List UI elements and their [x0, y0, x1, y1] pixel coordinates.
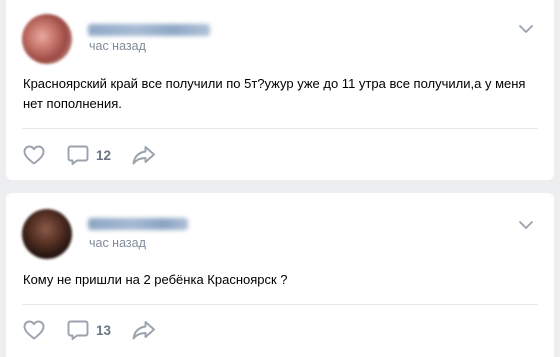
comment-count: 12 — [96, 147, 112, 163]
post-text: Кому не пришли на 2 ребёнка Красноярск ? — [23, 272, 288, 287]
chevron-down-icon[interactable] — [518, 220, 534, 230]
author-name-blurred[interactable] — [88, 218, 188, 230]
comment-icon — [67, 145, 89, 165]
post-time[interactable]: час назад — [89, 236, 146, 250]
chevron-down-icon[interactable] — [518, 24, 534, 34]
post-actions: 13 — [22, 318, 177, 342]
like-icon — [23, 145, 45, 165]
share-button[interactable] — [131, 318, 157, 342]
like-button[interactable] — [22, 143, 46, 167]
post-text: Красноярский край все получили по 5т?ужу… — [23, 76, 526, 111]
author-name-blurred[interactable] — [88, 24, 210, 36]
post-card: час назад Красноярский край все получили… — [6, 0, 554, 180]
like-icon — [23, 320, 45, 340]
comment-icon — [67, 320, 89, 340]
comment-count: 13 — [96, 322, 112, 338]
comment-button[interactable]: 13 — [66, 318, 111, 342]
like-button[interactable] — [22, 318, 46, 342]
avatar[interactable] — [22, 209, 72, 259]
avatar[interactable] — [22, 14, 72, 64]
post-card: час назад Кому не пришли на 2 ребёнка Кр… — [6, 193, 554, 357]
post-time[interactable]: час назад — [89, 39, 146, 53]
share-icon — [132, 321, 155, 340]
share-button[interactable] — [131, 143, 157, 167]
post-actions: 12 — [22, 143, 177, 167]
feed: час назад Красноярский край все получили… — [0, 0, 560, 357]
divider — [22, 128, 538, 129]
comment-button[interactable]: 12 — [66, 143, 111, 167]
share-icon — [132, 146, 155, 165]
divider — [22, 304, 538, 305]
